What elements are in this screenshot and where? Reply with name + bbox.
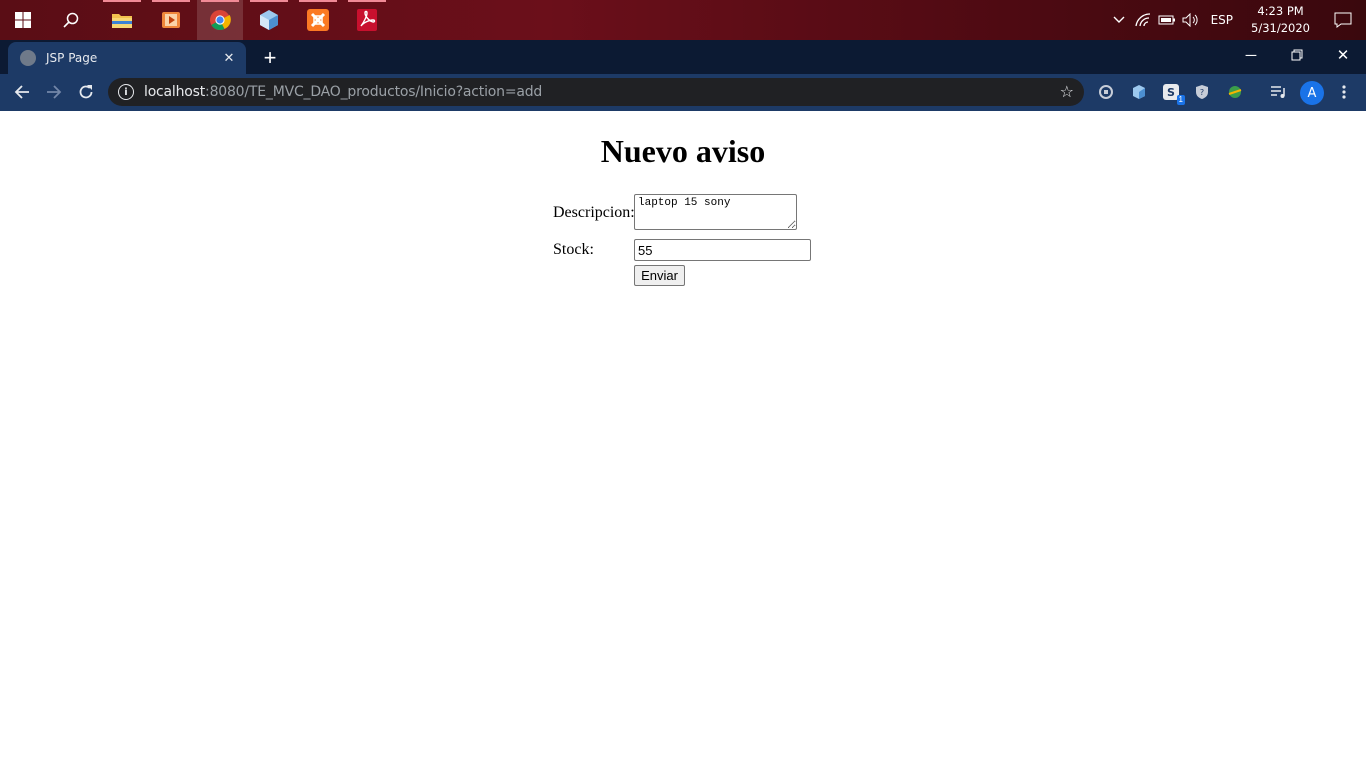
acrobat-icon[interactable] xyxy=(344,0,390,40)
clock[interactable]: 4:23 PM 5/31/2020 xyxy=(1241,3,1320,37)
descripcion-textarea[interactable]: laptop 15 sony xyxy=(634,194,797,230)
svg-text:S: S xyxy=(1167,86,1175,99)
stock-label: Stock: xyxy=(553,241,594,258)
close-icon[interactable]: ✕ xyxy=(220,49,238,67)
restore-button[interactable] xyxy=(1274,40,1320,70)
more-menu-icon[interactable] xyxy=(1332,80,1356,104)
browser-toolbar: i localhost:8080/TE_MVC_DAO_productos/In… xyxy=(0,74,1366,111)
page-title: Nuevo aviso xyxy=(600,133,766,169)
globe-icon xyxy=(20,50,36,66)
xampp-icon[interactable] xyxy=(295,0,341,40)
battery-icon[interactable] xyxy=(1155,0,1179,40)
new-tab-button[interactable]: + xyxy=(256,44,284,72)
chrome-icon[interactable] xyxy=(197,0,243,40)
clock-time: 4:23 PM xyxy=(1257,4,1304,18)
forward-arrow-icon[interactable] xyxy=(40,78,68,106)
wifi-icon[interactable] xyxy=(1131,0,1155,40)
url-text[interactable]: localhost:8080/TE_MVC_DAO_productos/Inic… xyxy=(144,84,1060,100)
chevron-up-icon[interactable] xyxy=(1107,0,1131,40)
bookmark-star-icon[interactable]: ☆ xyxy=(1060,82,1074,102)
enviar-button[interactable]: Enviar xyxy=(634,265,685,286)
notification-icon[interactable] xyxy=(1320,0,1366,40)
svg-text:?: ? xyxy=(1200,88,1204,97)
windows-start-icon[interactable] xyxy=(0,0,46,40)
reload-icon[interactable] xyxy=(72,78,100,106)
extension-globe-icon[interactable] xyxy=(1223,80,1247,104)
media-player-icon[interactable] xyxy=(148,0,194,40)
descripcion-label: Descripcion: xyxy=(553,204,635,221)
tab-title: JSP Page xyxy=(46,51,98,65)
stock-row: Stock: xyxy=(553,241,594,259)
extension-badge: 1 xyxy=(1176,95,1185,105)
url-host: localhost xyxy=(144,84,206,100)
language-indicator[interactable]: ESP xyxy=(1203,13,1241,27)
close-window-button[interactable]: ✕ xyxy=(1320,40,1366,70)
profile-avatar[interactable]: A xyxy=(1300,81,1324,105)
extension-shield-icon[interactable]: ? xyxy=(1190,80,1214,104)
extension-sync-icon[interactable] xyxy=(1094,80,1118,104)
back-arrow-icon[interactable] xyxy=(8,78,36,106)
search-icon[interactable] xyxy=(48,0,94,40)
windows-taskbar: ESP 4:23 PM 5/31/2020 xyxy=(0,0,1366,40)
extension-cube-icon[interactable] xyxy=(1127,80,1151,104)
descripcion-row: Descripcion: xyxy=(553,204,635,222)
info-icon[interactable]: i xyxy=(118,84,134,100)
stock-input[interactable] xyxy=(634,239,811,261)
clock-date: 5/31/2020 xyxy=(1251,21,1310,35)
virtualbox-icon[interactable] xyxy=(246,0,292,40)
extension-s-icon[interactable]: S 1 xyxy=(1159,80,1185,105)
minimize-button[interactable]: ─ xyxy=(1228,40,1274,70)
tab-strip: JSP Page ✕ + ─ ✕ xyxy=(0,40,1366,74)
system-tray: ESP 4:23 PM 5/31/2020 xyxy=(1107,0,1366,40)
address-bar[interactable]: i localhost:8080/TE_MVC_DAO_productos/In… xyxy=(108,78,1084,106)
page-content: Nuevo aviso Descripcion: laptop 15 sony … xyxy=(0,111,1366,768)
tab-jsp-page[interactable]: JSP Page ✕ xyxy=(8,42,246,74)
media-controls-icon[interactable] xyxy=(1267,80,1291,104)
url-path: :8080/TE_MVC_DAO_productos/Inicio?action… xyxy=(205,84,543,100)
volume-icon[interactable] xyxy=(1179,0,1203,40)
file-explorer-icon[interactable] xyxy=(99,0,145,40)
